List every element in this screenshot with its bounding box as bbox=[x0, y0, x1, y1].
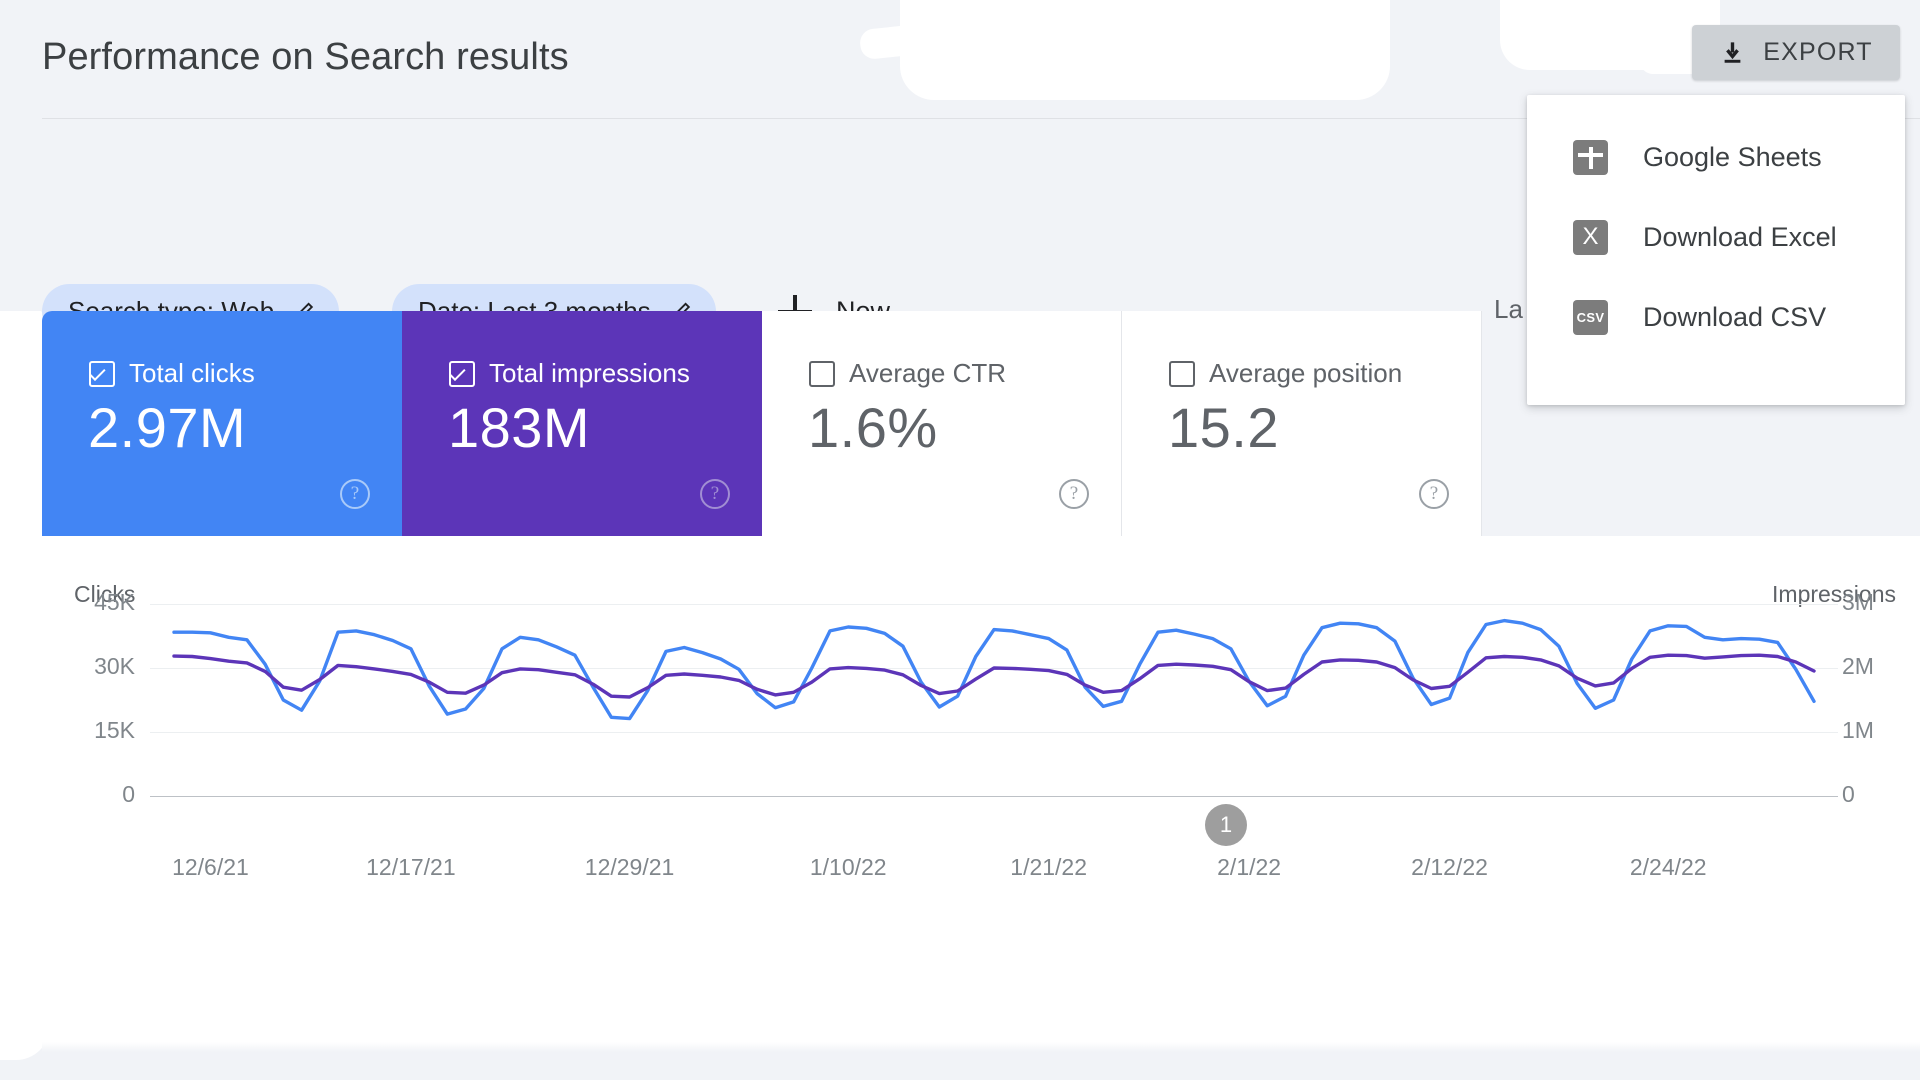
excel-icon: X bbox=[1573, 219, 1608, 255]
csv-icon: CSV bbox=[1573, 299, 1608, 335]
help-icon[interactable]: ? bbox=[1059, 479, 1089, 509]
metric-value: 15.2 bbox=[1168, 396, 1279, 459]
metric-value: 183M bbox=[448, 396, 591, 459]
help-icon[interactable]: ? bbox=[1419, 479, 1449, 509]
y-tick-label-left: 0 bbox=[122, 781, 135, 807]
y-tick-label-left: 30K bbox=[94, 653, 135, 679]
x-tick-label: 1/21/22 bbox=[1010, 854, 1088, 880]
metric-card-header: Average CTR bbox=[809, 358, 1006, 389]
export-button-label: EXPORT bbox=[1763, 38, 1873, 66]
y-tick-label-left: 15K bbox=[94, 717, 135, 743]
y-tick-label-right: 0 bbox=[1842, 781, 1855, 807]
menu-item-google-sheets[interactable]: Google Sheets bbox=[1527, 117, 1905, 197]
metric-label: Total impressions bbox=[489, 358, 690, 388]
performance-report-page: Performance on Search results EXPORT Goo… bbox=[0, 0, 1920, 1080]
help-icon[interactable]: ? bbox=[340, 479, 370, 509]
metric-card-total-impressions[interactable]: Total impressions 183M ? bbox=[402, 311, 762, 536]
page-title: Performance on Search results bbox=[42, 36, 569, 78]
y-tick-label-right: 2M bbox=[1842, 653, 1874, 679]
y-tick-label-left: 45K bbox=[94, 589, 135, 615]
metric-label: Average CTR bbox=[849, 358, 1007, 388]
x-tick-label: 2/24/22 bbox=[1629, 854, 1707, 880]
panel-bottom-edge bbox=[42, 1042, 1920, 1052]
google-sheets-icon bbox=[1573, 139, 1608, 175]
metric-card-total-clicks[interactable]: Total clicks 2.97M ? bbox=[42, 311, 402, 536]
metric-card-header: Total clicks bbox=[89, 358, 255, 389]
metric-card-header: Average position bbox=[1169, 358, 1402, 389]
y-tick-label-right: 1M bbox=[1842, 717, 1874, 743]
metric-label: Average position bbox=[1209, 358, 1403, 388]
menu-item-label: Download Excel bbox=[1643, 221, 1837, 252]
export-button[interactable]: EXPORT bbox=[1692, 25, 1900, 80]
export-dropdown-menu[interactable]: Google Sheets X Download Excel CSV Downl… bbox=[1527, 95, 1905, 405]
metric-label: Total clicks bbox=[129, 358, 255, 388]
metric-value: 2.97M bbox=[88, 396, 247, 459]
x-tick-label: 2/1/22 bbox=[1217, 854, 1282, 880]
checkbox-average-ctr[interactable] bbox=[809, 360, 835, 387]
y-tick-label-right: 3M bbox=[1842, 589, 1874, 615]
x-tick-label: 1/10/22 bbox=[809, 854, 887, 880]
menu-item-download-csv[interactable]: CSV Download CSV bbox=[1527, 277, 1905, 357]
metric-card-average-position[interactable]: Average position 15.2 ? bbox=[1122, 311, 1482, 536]
checkbox-average-position[interactable] bbox=[1169, 360, 1195, 387]
metric-card-average-ctr[interactable]: Average CTR 1.6% ? bbox=[762, 311, 1122, 536]
performance-chart: Clicks Impressions 45K 30K 15K 0 3M 2M 1M 0 12… bbox=[42, 536, 1920, 1042]
metric-cards: Total clicks 2.97M ? Total impressions 1… bbox=[42, 311, 1482, 536]
metric-card-header: Total impressions bbox=[449, 358, 690, 389]
x-tick-label: 12/6/21 bbox=[172, 854, 249, 880]
chart-plot-area bbox=[172, 618, 1816, 721]
menu-item-label: Download CSV bbox=[1643, 301, 1827, 332]
menu-item-download-excel[interactable]: X Download Excel bbox=[1527, 197, 1905, 277]
help-icon[interactable]: ? bbox=[700, 479, 730, 509]
menu-item-label: Google Sheets bbox=[1643, 141, 1822, 172]
x-tick-label: 12/17/21 bbox=[366, 854, 456, 880]
checkbox-total-clicks[interactable] bbox=[89, 360, 115, 387]
checkbox-total-impressions[interactable] bbox=[449, 360, 475, 387]
annotation-marker[interactable]: 1 bbox=[1205, 804, 1247, 846]
metric-value: 1.6% bbox=[808, 396, 938, 459]
download-icon bbox=[1724, 42, 1741, 63]
x-tick-label: 2/12/22 bbox=[1411, 854, 1488, 880]
x-tick-label: 12/29/21 bbox=[584, 854, 675, 880]
